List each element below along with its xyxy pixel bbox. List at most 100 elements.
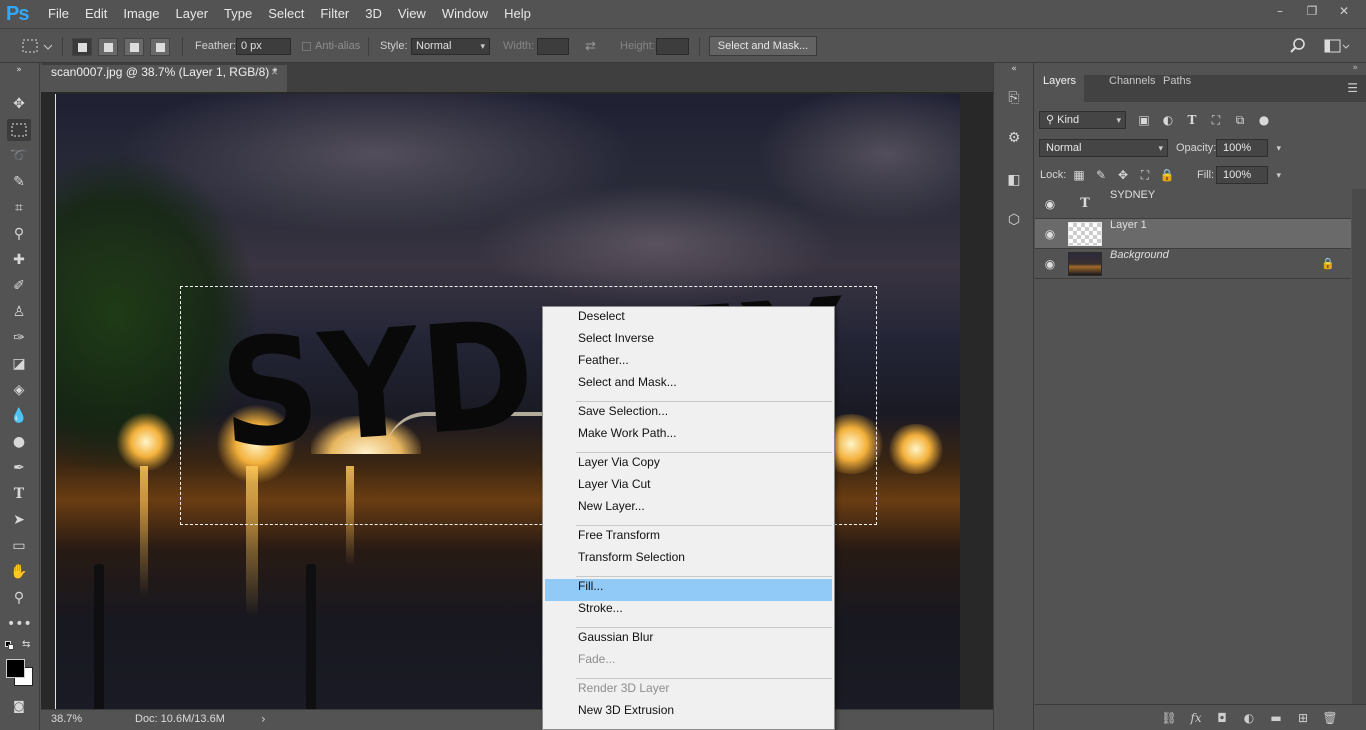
menu-item-new-3d-extrusion[interactable]: New 3D Extrusion <box>545 703 832 725</box>
new-adjustment-layer-icon[interactable]: ◐ <box>1240 709 1258 727</box>
visibility-eye-icon[interactable]: ◉ <box>1043 197 1057 211</box>
layer-row-layer-1[interactable]: ◉ Layer 1 <box>1035 219 1351 249</box>
document-tab[interactable]: scan0007.jpg @ 38.7% (Layer 1, RGB/8) * … <box>41 65 287 92</box>
menu-item-transform-selection[interactable]: Transform Selection <box>545 550 832 572</box>
tab-paths[interactable]: Paths <box>1155 75 1199 102</box>
anti-alias-checkbox[interactable]: Anti-alias <box>302 29 360 63</box>
lock-artboard-icon[interactable]: ⛶ <box>1137 167 1153 183</box>
path-selection-tool-icon[interactable]: ➤ <box>7 509 31 531</box>
filter-type-icon[interactable]: T <box>1184 112 1200 128</box>
adjustments-panel-icon[interactable]: ◧ <box>1003 169 1025 191</box>
menu-item-save-selection[interactable]: Save Selection... <box>545 404 832 426</box>
menu-window[interactable]: Window <box>434 0 496 28</box>
menu-item-free-transform[interactable]: Free Transform <box>545 528 832 550</box>
menu-layer[interactable]: Layer <box>168 0 217 28</box>
layer-row-sydney[interactable]: ◉ T SYDNEY <box>1035 189 1351 219</box>
menu-type[interactable]: Type <box>216 0 260 28</box>
crop-tool-icon[interactable]: ⌗ <box>7 197 31 219</box>
menu-item-make-work-path[interactable]: Make Work Path... <box>545 426 832 448</box>
expand-panels-icon[interactable]: « <box>1003 63 1025 75</box>
intersect-selection-icon[interactable] <box>150 38 170 56</box>
menu-item-new-layer[interactable]: New Layer... <box>545 499 832 521</box>
lock-image-pixels-icon[interactable]: ✎ <box>1093 167 1109 183</box>
filter-smart-object-icon[interactable]: ⧉ <box>1232 112 1248 128</box>
lock-transparent-pixels-icon[interactable]: ▦ <box>1071 167 1087 183</box>
lock-position-icon[interactable]: ✥ <box>1115 167 1131 183</box>
lock-all-icon[interactable]: 🔒 <box>1159 167 1175 183</box>
3d-panel-icon[interactable]: ⬡ <box>1003 209 1025 231</box>
restore-button[interactable]: ❐ <box>1296 0 1328 22</box>
search-icon[interactable] <box>1290 29 1306 63</box>
layer-name[interactable]: Layer 1 <box>1110 219 1147 231</box>
fill-input[interactable]: 100% ▾ <box>1216 166 1281 184</box>
layer-name[interactable]: Background <box>1110 249 1169 261</box>
menu-item-deselect[interactable]: Deselect <box>545 309 832 331</box>
history-brush-tool-icon[interactable]: ✑ <box>7 327 31 349</box>
lock-icon[interactable]: 🔒 <box>1321 257 1335 270</box>
style-select[interactable]: Normal ▾ <box>411 38 490 55</box>
layers-scrollbar[interactable] <box>1352 189 1366 704</box>
chevron-right-icon[interactable]: › <box>261 712 266 726</box>
menu-item-fill[interactable]: Fill... <box>545 579 832 601</box>
menu-item-gaussian-blur[interactable]: Gaussian Blur <box>545 630 832 652</box>
menu-image[interactable]: Image <box>115 0 167 28</box>
height-input[interactable] <box>656 38 689 55</box>
select-and-mask-button[interactable]: Select and Mask... <box>709 36 817 56</box>
menu-help[interactable]: Help <box>496 0 539 28</box>
layer-style-icon[interactable]: fx <box>1187 709 1205 727</box>
foreground-color-swatch[interactable] <box>6 659 25 678</box>
zoom-level[interactable]: 38.7% <box>51 713 82 725</box>
new-layer-icon[interactable]: ⊞ <box>1294 709 1312 727</box>
move-tool-icon[interactable]: ✥ <box>7 93 31 115</box>
default-colors-icon[interactable] <box>5 641 15 651</box>
menu-filter[interactable]: Filter <box>312 0 357 28</box>
lasso-tool-icon[interactable]: ➰ <box>7 145 31 167</box>
menu-item-select-inverse[interactable]: Select Inverse <box>545 331 832 353</box>
dodge-tool-icon[interactable]: ● <box>7 431 31 453</box>
opacity-input[interactable]: 100% ▾ <box>1216 139 1281 157</box>
link-layers-icon[interactable]: ⛓ <box>1160 709 1178 727</box>
quick-mask-icon[interactable]: ◙ <box>7 695 31 717</box>
visibility-eye-icon[interactable]: ◉ <box>1043 227 1057 241</box>
layer-name[interactable]: SYDNEY <box>1110 189 1155 201</box>
collapse-toolbar-icon[interactable]: » <box>7 65 31 75</box>
type-tool-icon[interactable]: T <box>7 483 31 505</box>
quick-selection-tool-icon[interactable]: ✎ <box>7 171 31 193</box>
width-input[interactable] <box>537 38 569 55</box>
new-selection-icon[interactable] <box>72 38 92 56</box>
eraser-tool-icon[interactable]: ◪ <box>7 353 31 375</box>
menu-item-select-and-mask[interactable]: Select and Mask... <box>545 375 832 397</box>
subtract-from-selection-icon[interactable] <box>124 38 144 56</box>
visibility-eye-icon[interactable]: ◉ <box>1043 257 1057 271</box>
canvas-area[interactable]: SYDNEY <box>41 92 993 709</box>
add-to-selection-icon[interactable] <box>98 38 118 56</box>
zoom-tool-icon[interactable]: ⚲ <box>7 587 31 609</box>
add-mask-icon[interactable]: ◘ <box>1213 709 1231 727</box>
rectangular-marquee-tool-icon[interactable] <box>7 119 31 141</box>
menu-file[interactable]: File <box>40 0 77 28</box>
feather-input[interactable]: 0 px <box>236 38 291 55</box>
menu-3d[interactable]: 3D <box>357 0 390 28</box>
rectangle-tool-icon[interactable]: ▭ <box>7 535 31 557</box>
blur-tool-icon[interactable]: 💧 <box>7 405 31 427</box>
menu-edit[interactable]: Edit <box>77 0 115 28</box>
filter-toggle-icon[interactable]: ● <box>1256 112 1272 128</box>
history-panel-icon[interactable]: ⎘ <box>1003 87 1025 109</box>
paint-bucket-tool-icon[interactable]: ◈ <box>7 379 31 401</box>
layer-row-background[interactable]: ◉ Background 🔒 <box>1035 249 1351 279</box>
brush-tool-icon[interactable]: ✐ <box>7 275 31 297</box>
properties-panel-icon[interactable]: ⚙ <box>1003 127 1025 149</box>
healing-brush-tool-icon[interactable]: ✚ <box>7 249 31 271</box>
delete-layer-icon[interactable]: 🗑 <box>1321 709 1339 727</box>
close-button[interactable]: ✕ <box>1328 0 1360 22</box>
menu-view[interactable]: View <box>390 0 434 28</box>
marquee-tool-preset-icon[interactable] <box>20 29 53 63</box>
pen-tool-icon[interactable]: ✒ <box>7 457 31 479</box>
menu-item-feather[interactable]: Feather... <box>545 353 832 375</box>
close-tab-icon[interactable]: × <box>271 65 278 79</box>
menu-item-layer-via-cut[interactable]: Layer Via Cut <box>545 477 832 499</box>
menu-item-stroke[interactable]: Stroke... <box>545 601 832 623</box>
clone-stamp-tool-icon[interactable]: ♙ <box>7 301 31 323</box>
panel-menu-icon[interactable]: ☰ <box>1347 81 1358 95</box>
edit-toolbar-icon[interactable]: ••• <box>7 613 32 635</box>
